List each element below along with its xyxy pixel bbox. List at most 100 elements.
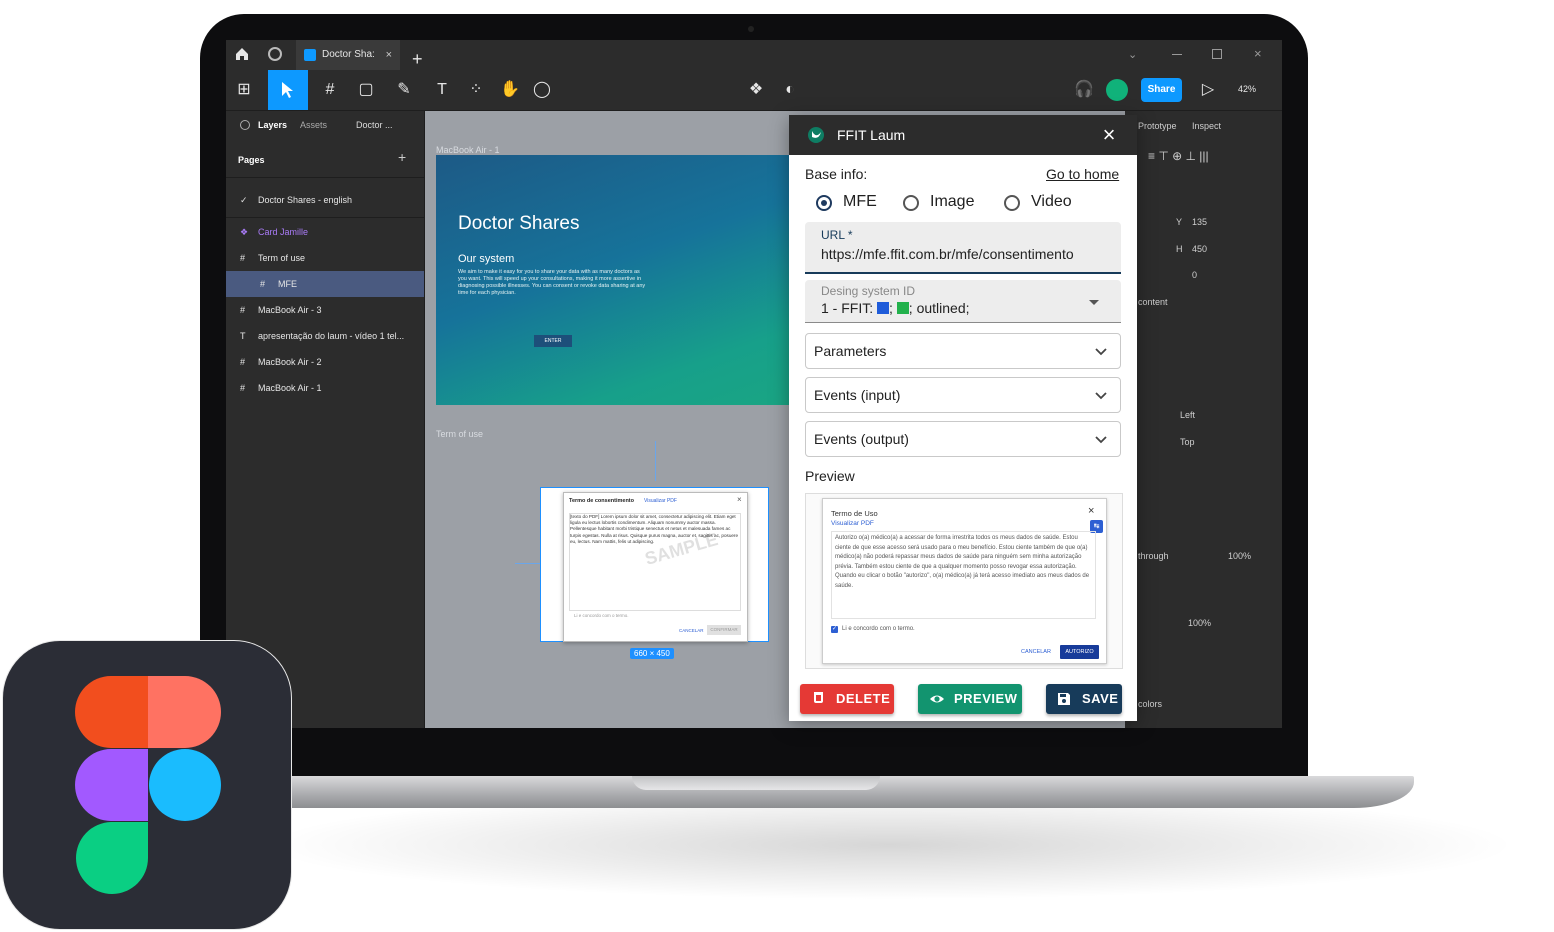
constraint-top[interactable]: Top [1180,437,1195,447]
term-dialog-link[interactable]: Visualizar PDF [644,498,677,504]
blend-mode[interactable]: through [1138,551,1169,561]
frame-icon: # [240,305,246,315]
add-tab-icon[interactable]: + [412,50,423,68]
accordion-events-input[interactable]: Events (input) [805,377,1121,413]
preview-button-label: PREVIEW [954,691,1018,706]
preview-button[interactable]: PREVIEW [918,684,1022,714]
radio-mfe-label[interactable]: MFE [843,193,877,211]
radio-mfe[interactable] [816,195,832,211]
preview-check-label[interactable]: Li e concordo com o termo. [842,626,915,632]
align-icons[interactable]: ≡ ⊤ ⊕ ⊥ ||| [1148,149,1209,163]
globe-icon[interactable] [268,47,282,61]
frame-name[interactable]: MacBook Air - 1 [436,145,500,155]
close-tab-icon[interactable]: × [386,40,392,70]
layer-label: Doctor Shares - english [258,195,353,205]
accordion-label: Events (output) [814,431,909,447]
layer-item[interactable]: # MacBook Air - 1 [226,375,424,401]
text-tool-icon[interactable]: T [430,78,454,102]
save-button[interactable]: SAVE [1046,684,1122,714]
tab-prototype[interactable]: Prototype [1138,121,1177,131]
frame-name[interactable]: Term of use [436,429,483,439]
contrast-icon[interactable]: ◐ [778,78,802,102]
y-value[interactable]: 135 [1192,217,1207,227]
preview-dialog: Termo de Uso Visualizar PDF × ↹ Autorizo… [822,498,1107,664]
preview-dialog-link[interactable]: Visualizar PDF [831,520,874,527]
layer-item[interactable]: # Term of use [226,245,424,271]
url-value: https://mfe.ffit.com.br/mfe/consentiment… [821,246,1074,262]
term-dialog-cancel[interactable]: CANCELAR [679,628,704,633]
page-item[interactable]: ✓ Doctor Shares - english [226,187,424,213]
preview-cancel-button[interactable]: CANCELAR [1021,649,1051,655]
fill-opacity[interactable]: 100% [1188,618,1211,628]
tab-layers[interactable]: Layers [258,120,287,130]
add-page-icon[interactable]: + [398,149,406,165]
laptop-notch [632,776,880,790]
go-to-home-link[interactable]: Go to home [1046,166,1119,182]
design-system-label: Desing system ID [821,284,916,298]
close-icon[interactable]: × [1088,505,1094,517]
shape-tool-icon[interactable]: ▢ [354,78,378,102]
layer-item-selected[interactable]: # MFE [226,271,424,297]
headphones-icon[interactable]: 🎧 [1072,78,1096,102]
radio-image-label[interactable]: Image [930,193,974,211]
comment-tool-icon[interactable]: ◯ [530,78,554,102]
main-menu-icon[interactable]: ⊞ [232,78,256,102]
play-icon[interactable]: ▷ [1196,78,1220,102]
chevron-down-icon[interactable]: ⌄ [1128,48,1137,61]
radio-video[interactable] [1004,195,1020,211]
term-of-use-frame[interactable]: Termo de consentimento Visualizar PDF × … [540,487,769,642]
figma-tab-bar: Doctor Sha: × + ⌄ × [226,40,1282,71]
close-icon[interactable]: × [1097,123,1121,147]
close-icon[interactable]: × [737,495,742,504]
url-field[interactable]: URL * https://mfe.ffit.com.br/mfe/consen… [805,222,1121,274]
layer-opacity[interactable]: 100% [1228,551,1251,561]
accordion-events-output[interactable]: Events (output) [805,421,1121,457]
layer-item[interactable]: # MacBook Air - 3 [226,297,424,323]
radio-video-label[interactable]: Video [1031,193,1072,211]
pen-tool-icon[interactable]: ✎ [392,78,416,102]
h-value[interactable]: 450 [1192,244,1207,254]
preview-checkbox[interactable]: ✓ [831,626,838,633]
term-dialog-check[interactable]: Li e concordo com o termo. [574,613,629,618]
layer-item[interactable]: # MacBook Air - 2 [226,349,424,375]
share-button[interactable]: Share [1141,78,1182,102]
resources-icon[interactable]: ⁘ [464,78,488,102]
layer-label: Card Jamille [258,227,309,237]
restore-icon[interactable] [1212,49,1222,59]
layer-item[interactable]: ❖ Card Jamille [226,219,424,245]
delete-button[interactable]: DELETE [800,684,894,714]
design-system-select[interactable]: Desing system ID 1 - FFIT: ; ; outlined; [805,280,1121,323]
check-icon: ✓ [240,195,248,205]
move-tool-button[interactable] [268,70,308,110]
radius-value[interactable]: 0 [1192,270,1197,280]
accordion-parameters[interactable]: Parameters [805,333,1121,369]
constraint-left[interactable]: Left [1180,410,1195,420]
frame-icon: # [260,279,266,289]
term-dialog-confirm[interactable]: CONFIRMAR [707,625,741,635]
tab-page-name[interactable]: Doctor ... [356,120,393,130]
component-icon[interactable]: ❖ [744,78,768,102]
zoom-level[interactable]: 42% [1238,84,1256,94]
hero-subtitle: Our system [458,253,515,265]
home-icon[interactable] [234,46,250,62]
radio-image[interactable] [903,195,919,211]
url-label: URL * [821,228,853,242]
hero-enter-button[interactable]: ENTER [534,335,572,347]
preview-authorize-button[interactable]: AUTORIZO [1060,645,1099,659]
accordion-label: Parameters [814,343,887,359]
close-window-icon[interactable]: × [1254,46,1262,61]
frame-tool-icon[interactable]: # [318,78,342,102]
tab-inspect[interactable]: Inspect [1192,121,1221,131]
hand-tool-icon[interactable]: ✋ [498,78,522,102]
caret-down-icon[interactable] [1089,300,1099,305]
layer-item[interactable]: T apresentação do laum - vídeo 1 tel... [226,323,424,349]
tab-assets[interactable]: Assets [300,120,327,130]
tab-doctor-shares[interactable]: Doctor Sha: × [296,40,400,70]
frame-icon: # [240,383,246,393]
plugin-avatar-icon[interactable] [1106,79,1128,101]
tab-label: Doctor Sha: [322,49,375,60]
hero-frame[interactable]: Doctor Shares Our system We aim to make … [436,155,796,405]
search-icon[interactable] [240,120,250,130]
eye-icon [930,695,944,703]
minimize-icon[interactable] [1172,54,1182,55]
